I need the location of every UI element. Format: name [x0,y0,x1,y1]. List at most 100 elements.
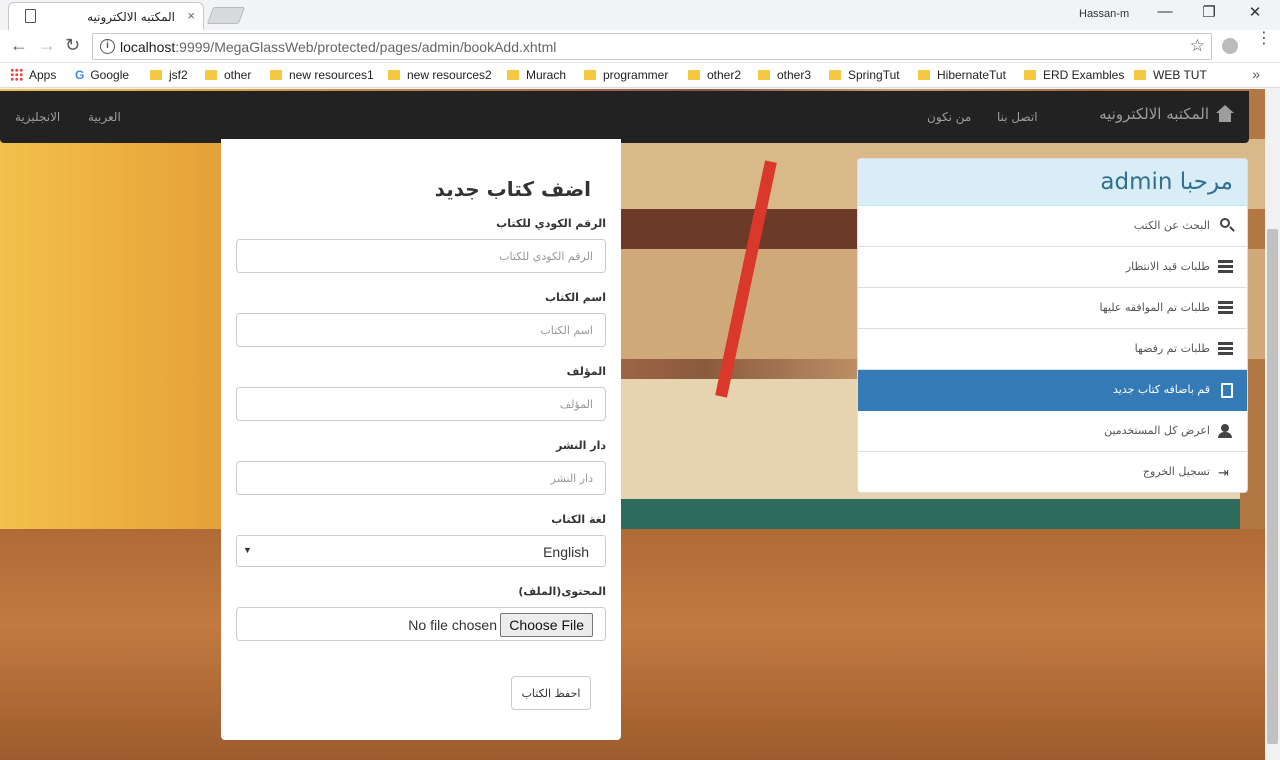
bookmark-folder[interactable]: Murach [507,68,566,82]
author-input[interactable] [236,387,606,421]
book-code-input[interactable] [236,239,606,273]
search-icon [1220,218,1230,228]
file-label: المحتوى(الملف) [518,585,606,598]
new-tab-button[interactable] [206,7,246,24]
sidebar-item-label: طلبات قيد الانتظار [1125,260,1210,273]
background-image [0,529,1280,760]
bookmark-folder[interactable]: HibernateTut [918,68,1006,82]
language-selected-value: English [543,544,589,560]
author-label: المؤلف [566,365,606,378]
bookmark-label: other [224,68,252,82]
reload-icon[interactable]: ↻ [65,35,80,56]
bookmark-google[interactable]: G Google [75,68,129,82]
sidebar-item-logout[interactable]: ⇥ تسجيل الخروج [858,452,1247,492]
dropdown-arrow-icon: ▼ [243,545,252,555]
brand-text: المكتبه الالكترونيه [1099,105,1209,123]
folder-icon [1134,70,1146,80]
close-window-button[interactable]: ✕ [1240,3,1270,21]
bookmark-label: Apps [29,68,57,82]
url-host: localhost [120,39,176,55]
bookmarks-more-icon[interactable]: » [1252,66,1260,82]
tab-close-icon[interactable]: × [187,8,195,23]
sidebar-item-rejected-requests[interactable]: طلبات تم رفضها [858,329,1247,370]
url-text: localhost:9999/MegaGlassWeb/protected/pa… [120,39,556,55]
minimize-button[interactable]: — [1150,3,1180,20]
user-icon [1218,424,1233,439]
folder-icon [205,70,217,80]
bookmark-label: jsf2 [169,68,188,82]
page-scrollbar[interactable] [1265,89,1280,760]
file-input[interactable]: No file chosen Choose File [236,607,606,641]
bookmark-star-icon[interactable]: ☆ [1190,36,1205,56]
scrollbar-thumb[interactable] [1267,229,1278,744]
bookmark-folder[interactable]: jsf2 [150,68,188,82]
publisher-label: دار النشر [555,439,606,452]
bookmark-folder[interactable]: other3 [758,68,811,82]
sidebar-item-add-book[interactable]: قم باضافه كتاب جديد [858,370,1247,411]
folder-icon [829,70,841,80]
nav-contact-link[interactable]: اتصل بنا [997,110,1038,124]
list-icon [1218,301,1233,316]
sidebar-item-approved-requests[interactable]: طلبات تم الموافقه عليها [858,288,1247,329]
bookmarks-bar: Apps G Google jsf2 other new resources1 n… [0,63,1280,88]
bookmark-folder[interactable]: other2 [688,68,741,82]
sidebar-item-label: طلبات تم الموافقه عليها [1099,301,1210,314]
bookmark-label: programmer [603,68,669,82]
home-icon [1215,105,1235,123]
info-icon[interactable]: i [100,39,115,54]
profile-name[interactable]: Hassan-m [1079,8,1129,20]
sidebar-item-search-books[interactable]: البحث عن الكتب [858,206,1247,247]
bookmark-folder[interactable]: SpringTut [829,68,900,82]
bookmark-folder[interactable]: programmer [584,68,668,82]
list-icon [1218,260,1233,275]
sidebar-item-label: تسجيل الخروج [1142,465,1210,478]
form-title: اضف كتاب جديد [434,177,591,201]
maximize-button[interactable]: ❐ [1194,3,1224,21]
lang-arabic-link[interactable]: العربية [88,110,121,124]
tab-title: المكتبه الالكترونيه [87,10,175,24]
bookmark-apps[interactable]: Apps [10,68,56,82]
bookmark-folder[interactable]: new resources1 [270,68,374,82]
extension-icon[interactable] [1222,38,1238,54]
lang-english-link[interactable]: الانجليزية [15,110,60,124]
book-name-label: اسم الكتاب [544,291,606,304]
choose-file-button[interactable]: Choose File [500,613,593,637]
add-book-form: اضف كتاب جديد الرقم الكودي للكتاب اسم ال… [221,139,621,740]
book-name-input[interactable] [236,313,606,347]
sidebar-item-all-users[interactable]: اعرض كل المستخدمين [858,411,1247,452]
bookmark-folder[interactable]: new resources2 [388,68,492,82]
book-code-label: الرقم الكودي للكتاب [496,217,606,230]
bookmark-label: SpringTut [848,68,900,82]
language-select[interactable]: English ▼ [236,535,606,567]
publisher-input[interactable] [236,461,606,495]
page-viewport: المكتبه الالكترونيه اتصل بنا من نكون الع… [0,89,1280,760]
browser-tab[interactable]: المكتبه الالكترونيه × [8,2,204,30]
logout-icon: ⇥ [1218,465,1229,480]
welcome-text: مرحبا admin [1100,169,1233,195]
brand-link[interactable]: المكتبه الالكترونيه [1099,105,1235,123]
address-bar[interactable]: i localhost:9999/MegaGlassWeb/protected/… [92,33,1212,60]
bookmark-label: Google [90,68,130,82]
admin-sidebar: مرحبا admin البحث عن الكتب طلبات قيد الا… [857,158,1248,493]
bookmark-folder[interactable]: other [205,68,251,82]
back-icon[interactable]: ← [10,35,28,56]
bookmark-label: HibernateTut [937,68,1006,82]
bookmark-label: ERD Exambles [1043,68,1125,82]
forward-icon[interactable]: → [38,35,56,56]
file-status: No file chosen [408,617,497,633]
language-label: لغة الكتاب [551,513,606,526]
folder-icon [1024,70,1036,80]
bookmark-folder[interactable]: WEB TUT [1134,68,1207,82]
save-book-button[interactable]: احفظ الكتاب [511,676,591,710]
sidebar-item-label: اعرض كل المستخدمين [1104,424,1210,437]
folder-icon [584,70,596,80]
bookmark-folder[interactable]: ERD Exambles [1024,68,1124,82]
apps-grid-icon [10,68,23,81]
nav-about-link[interactable]: من نكون [927,110,971,124]
folder-icon [388,70,400,80]
browser-menu-icon[interactable]: ⋮ [1256,31,1272,47]
google-icon: G [75,68,85,82]
sidebar-item-pending-requests[interactable]: طلبات قيد الانتظار [858,247,1247,288]
url-path: :9999/MegaGlassWeb/protected/pages/admin… [175,39,557,55]
sidebar-item-label: طلبات تم رفضها [1134,342,1210,355]
